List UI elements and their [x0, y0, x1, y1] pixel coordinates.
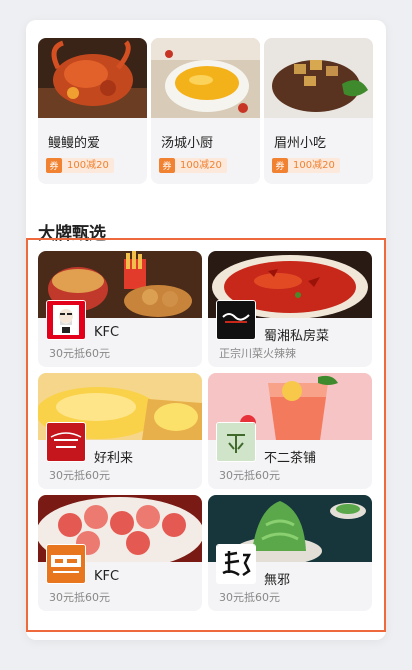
brand-offer: 30元抵60元 — [49, 469, 110, 482]
brand-name: 無邪 — [264, 573, 291, 588]
coupon-tag: 券 — [46, 158, 62, 173]
shop-name: 眉州小吃 — [274, 136, 327, 151]
brand-name: KFC — [94, 569, 120, 584]
featured-shop-row: 鳗鳗的爱 券 100减20 汤城小厨 券 100减20 眉州小吃 券 100减2… — [38, 38, 374, 184]
crawfish-photo — [38, 38, 147, 118]
brand-offer: 30元抵60元 — [219, 469, 280, 482]
brand-offer: 正宗川菜火辣辣 — [219, 347, 296, 360]
brand-name: 蜀湘私房菜 — [264, 329, 330, 344]
shop-card-manman[interactable]: 鳗鳗的爱 券 100减20 — [38, 38, 147, 184]
brand-card-holiland[interactable]: 好利来 30元抵60元 — [38, 373, 202, 489]
brand-card-buer[interactable]: 不二茶铺 30元抵60元 — [208, 373, 372, 489]
coupon-text: 100减20 — [175, 158, 227, 173]
brand-offer: 30元抵60元 — [219, 591, 280, 604]
brand-grid: KFC 30元抵60元 蜀湘私房菜 正宗川菜火辣辣 好利来 30元抵60元 不二… — [38, 251, 373, 611]
hotpot-logo — [46, 544, 86, 584]
coupon-badge: 券 100减20 — [272, 158, 373, 173]
brand-card-wuxie[interactable]: 無邪 30元抵60元 — [208, 495, 372, 611]
soup-bowl-photo — [151, 38, 260, 118]
coupon-tag: 券 — [159, 158, 175, 173]
coupon-tag: 券 — [272, 158, 288, 173]
brand-offer: 30元抵60元 — [49, 591, 110, 604]
shop-name: 鳗鳗的爱 — [48, 136, 101, 151]
brand-card-kfc[interactable]: KFC 30元抵60元 — [38, 251, 202, 367]
kfc-logo — [46, 300, 86, 340]
shop-card-meizhou[interactable]: 眉州小吃 券 100减20 — [264, 38, 373, 184]
coupon-badge: 券 100减20 — [46, 158, 147, 173]
buer-tea-logo — [216, 422, 256, 462]
brand-card-kfc-hotpot[interactable]: KFC 30元抵60元 — [38, 495, 202, 611]
brand-card-shuxiang[interactable]: 蜀湘私房菜 正宗川菜火辣辣 — [208, 251, 372, 367]
brand-name: 不二茶铺 — [264, 451, 317, 466]
coupon-text: 100减20 — [288, 158, 340, 173]
brand-name: 好利来 — [94, 451, 134, 466]
wuxie-logo — [216, 544, 256, 584]
coupon-text: 100减20 — [62, 158, 114, 173]
steak-photo — [264, 38, 373, 118]
coupon-badge: 券 100减20 — [159, 158, 260, 173]
brand-offer: 30元抵60元 — [49, 347, 110, 360]
shuxiang-logo — [216, 300, 256, 340]
holiland-logo — [46, 422, 86, 462]
shop-name: 汤城小厨 — [161, 136, 214, 151]
brand-name: KFC — [94, 325, 120, 340]
shop-card-tangcheng[interactable]: 汤城小厨 券 100减20 — [151, 38, 260, 184]
